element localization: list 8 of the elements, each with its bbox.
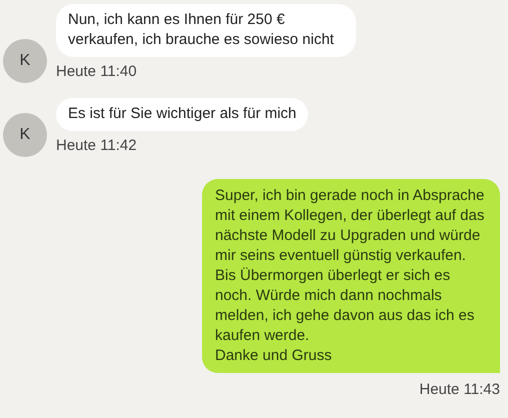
avatar: K: [3, 39, 47, 83]
message-bubble: Nun, ich kann es Ihnen für 250 € verkaufen, ich brauche es sowieso nicht: [56, 4, 356, 57]
message-bubble: Es ist für Sie wichtiger als für mich: [56, 98, 308, 131]
message-time: Heute 11:42: [56, 137, 137, 155]
message-time: Heute 11:43: [419, 381, 500, 399]
avatar: K: [3, 113, 47, 157]
message-time: Heute 11:40: [56, 63, 137, 81]
message-bubble: Super, ich bin gerade noch in Absprache mit einem Kollegen, der überlegt auf das nächste Modell zu Upgraden und würde mir seins eventuell günstig verkaufen. Bis Übermorgen überlegt er sich es noch. Würde mich dann nochmals melden, ich gehe davon aus das ich es kaufen werde. Danke und Gruss: [202, 179, 500, 373]
